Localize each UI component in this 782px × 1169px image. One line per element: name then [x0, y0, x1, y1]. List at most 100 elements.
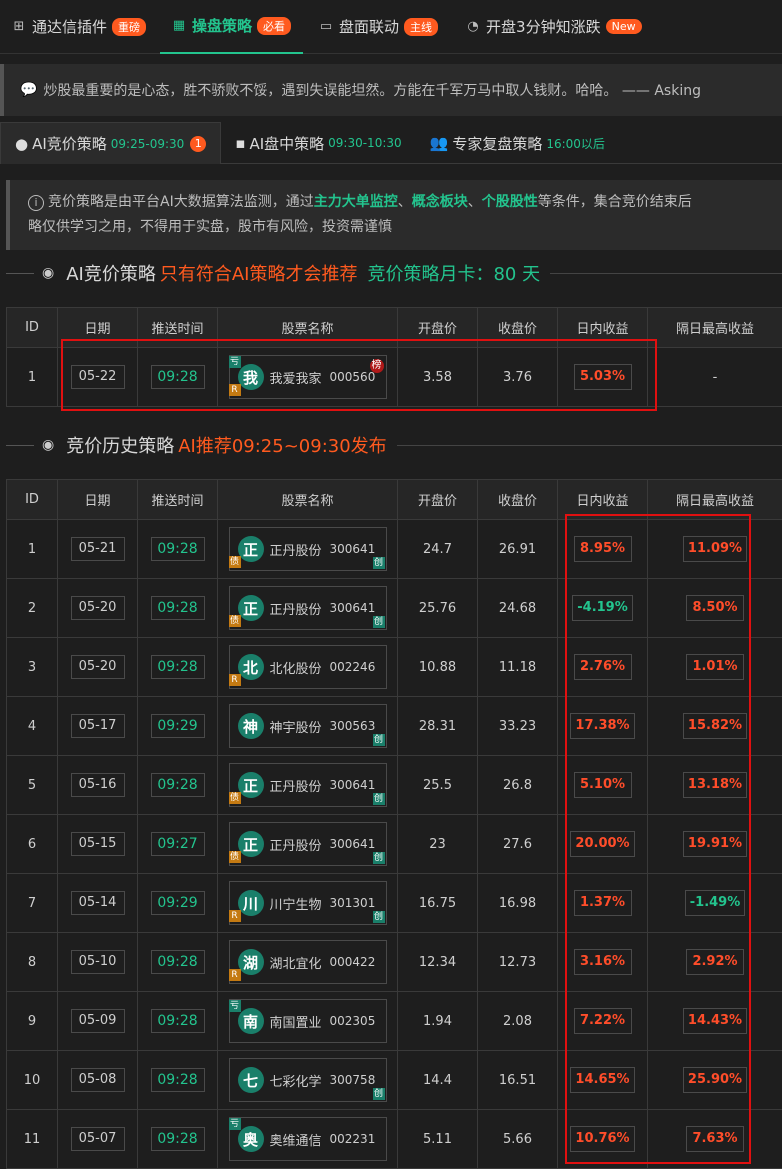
tab-plugin[interactable]: ⊞ 通达信插件 重磅 — [0, 0, 158, 54]
next-day-return-cell: 1.01% — [647, 637, 782, 697]
next-day-return-cell: -1.49% — [647, 873, 782, 933]
push-time-value: 09:28 — [150, 537, 205, 561]
push-time-value: 09:29 — [150, 891, 205, 915]
push-time-cell: 09:28 — [137, 991, 218, 1051]
column-header: 股票名称 — [217, 307, 398, 348]
info-text: 、 — [467, 194, 482, 210]
stock-link[interactable]: 亏奥奥维通信 002231 — [228, 1117, 387, 1161]
stock-cell: 债正正丹股份 300641 创 — [217, 519, 398, 579]
stock-link[interactable]: R 川川宁生物 301301 创 — [228, 881, 387, 925]
stock-link[interactable]: 债正正丹股份 300641 创 — [228, 822, 387, 866]
stock-name: 奥维通信 — [269, 1133, 322, 1149]
row-id: 7 — [6, 873, 58, 933]
info-text: 等条件，集合竞价结束后 — [537, 194, 692, 210]
next-day-return-cell: 14.43% — [647, 991, 782, 1051]
sub-tab-time: 09:30-10:30 — [328, 136, 402, 150]
stock-avatar: 南 — [237, 1008, 264, 1034]
column-header: 日期 — [57, 479, 138, 520]
history-table: ID 日期 推送时间 股票名称 开盘价 收盘价 日内收益 隔日最高收益 1 05-21 09:28… — [6, 479, 782, 1169]
column-header: ID — [6, 479, 58, 520]
date-value: 05-08 — [70, 1068, 125, 1092]
stock-link[interactable]: 神神宇股份 300563 创 — [228, 704, 387, 748]
sub-tab-time: 09:25-09:30 — [110, 136, 185, 151]
next-day-return-cell: 13.18% — [647, 755, 782, 815]
location-pin-icon: ◉ — [42, 437, 55, 453]
column-header: 日内收益 — [557, 307, 648, 348]
tab-label: 通达信插件 — [32, 18, 108, 36]
column-header: 日内收益 — [557, 479, 648, 520]
top-tab-bar: ⊞ 通达信插件 重磅 ▦ 操盘策略 必看 ▭ 盘面联动 主线 ◔ 开盘3分钟知涨… — [0, 0, 782, 54]
strategy-info: i 竞价策略是由平台AI大数据算法监测，通过主力大单监控、概念板块、个股股性等条件… — [6, 180, 782, 250]
push-time-value: 09:27 — [150, 832, 205, 856]
stock-link[interactable]: 债正正丹股份 300641 创 — [228, 763, 387, 807]
intraday-return-cell: 3.16% — [557, 932, 648, 992]
stock-link[interactable]: 七七彩化学 300758 创 — [228, 1058, 387, 1102]
table-row: 3 05-20 09:28 R 北北化股份 002246 10.88 11.18 2.76% 1.… — [6, 637, 782, 697]
stock-tag: R — [228, 910, 241, 922]
next-day-return: 19.91% — [682, 831, 748, 857]
tab-label: 开盘3分钟知涨跌 — [486, 18, 601, 36]
row-id: 1 — [6, 347, 58, 407]
stock-code: 300641 — [329, 837, 376, 851]
stock-link[interactable]: R 湖湖北宜化 000422 — [228, 940, 387, 984]
stock-link[interactable]: 债正正丹股份 300641 创 — [228, 586, 387, 630]
stock-link[interactable]: 亏南南国置业 002305 — [228, 999, 387, 1043]
date-cell: 05-07 — [57, 1109, 138, 1169]
table-row: 6 05-15 09:27 债正正丹股份 300641 创 23 27.6 20.00% 19.9… — [6, 814, 782, 874]
tab-ai-auction[interactable]: ● AI竞价策略 09:25-09:30 1 — [0, 122, 222, 164]
date-value: 05-22 — [70, 365, 125, 389]
push-time-value: 09:29 — [150, 714, 205, 738]
date-value: 05-21 — [70, 537, 125, 561]
tab-badge: 重磅 — [112, 17, 147, 36]
push-time-cell: 09:29 — [137, 696, 218, 756]
stock-link[interactable]: 债正正丹股份 300641 创 — [228, 527, 387, 571]
stock-tag: 亏 — [228, 1000, 241, 1012]
date-cell: 05-22 — [57, 347, 138, 407]
tab-ai-intraday[interactable]: ▪ AI盘中策略 09:30-10:30 — [221, 122, 415, 164]
stock-tag: 债 — [228, 792, 241, 804]
intraday-return-cell: -4.19% — [557, 578, 648, 638]
intraday-return-cell: 8.95% — [557, 519, 648, 579]
stock-tag: 亏 — [228, 356, 241, 368]
info-highlight: 主力大单监控 — [313, 194, 398, 210]
date-value: 05-10 — [70, 950, 125, 974]
intraday-return-cell: 17.38% — [557, 696, 648, 756]
intraday-return: 8.95% — [573, 536, 632, 562]
push-time-value: 09:28 — [150, 1068, 205, 1092]
stock-code: 300641 — [329, 542, 376, 556]
date-value: 05-17 — [70, 714, 125, 738]
strategy-page: ⊞ 通达信插件 重磅 ▦ 操盘策略 必看 ▭ 盘面联动 主线 ◔ 开盘3分钟知涨… — [0, 0, 782, 1169]
location-pin-icon: ◉ — [42, 265, 55, 281]
table-icon: ▦ — [172, 17, 186, 33]
next-day-return: 13.18% — [682, 772, 748, 798]
close-price: 16.98 — [477, 873, 558, 933]
push-time-cell: 09:28 — [137, 347, 218, 407]
next-day-return: 7.63% — [686, 1126, 744, 1152]
date-value: 05-09 — [70, 1009, 125, 1033]
stock-tag: 创 — [372, 616, 385, 628]
close-price: 5.66 — [477, 1109, 558, 1169]
column-header: 股票名称 — [217, 479, 398, 520]
tab-open-3min[interactable]: ◔ 开盘3分钟知涨跌 New — [454, 0, 654, 54]
row-id: 5 — [6, 755, 58, 815]
tab-linkage[interactable]: ▭ 盘面联动 主线 — [307, 0, 450, 54]
column-header: 开盘价 — [397, 307, 478, 348]
stock-link[interactable]: 亏 R 我我爱我家 000560 榜 — [228, 355, 387, 399]
stock-tag: R — [228, 969, 241, 981]
stock-cell: 债正正丹股份 300641 创 — [217, 755, 398, 815]
next-day-return: 8.50% — [686, 595, 744, 621]
quote-banner: 💬 炒股最重要的是心态，胜不骄败不馁，遇到失误能坦然。方能在千军万马中取人钱财。… — [0, 64, 782, 116]
intraday-return: 3.16% — [573, 949, 632, 975]
tab-expert-review[interactable]: 👥 专家复盘策略 16:00以后 — [416, 122, 619, 164]
sub-tab-label: AI竞价策略 — [32, 135, 107, 153]
push-time-value: 09:28 — [150, 950, 205, 974]
tab-strategy[interactable]: ▦ 操盘策略 必看 — [160, 0, 304, 54]
stock-tag: R — [228, 384, 241, 396]
stock-code: 002305 — [329, 1014, 376, 1028]
stock-link[interactable]: R 北北化股份 002246 — [228, 645, 387, 689]
stock-code: 002231 — [329, 1132, 376, 1146]
tab-label: 盘面联动 — [339, 18, 400, 36]
stock-code: 300641 — [329, 778, 376, 792]
stock-tag: R — [228, 674, 241, 686]
stock-name: 正丹股份 — [269, 543, 322, 559]
